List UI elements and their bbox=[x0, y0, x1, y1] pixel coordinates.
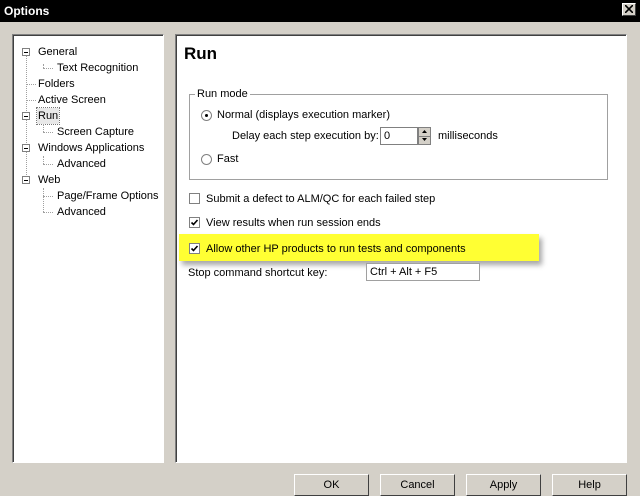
tree-item-label: Windows Applications bbox=[38, 142, 145, 154]
page-title: Run bbox=[184, 44, 218, 63]
collapse-icon[interactable] bbox=[22, 48, 30, 56]
delay-unit-label: milliseconds bbox=[438, 130, 498, 142]
shortcut-label: Stop command shortcut key: bbox=[188, 267, 328, 279]
delay-input[interactable]: 0 bbox=[380, 127, 418, 145]
tree-item-label: Advanced bbox=[57, 158, 106, 170]
tree-item-label: Advanced bbox=[57, 206, 106, 218]
fast-mode-radio[interactable] bbox=[201, 154, 212, 165]
view-results-label: View results when run session ends bbox=[206, 217, 381, 229]
tree-item-label: Run bbox=[35, 107, 61, 125]
run-options-panel: Run Run mode Normal (displays execution … bbox=[175, 34, 627, 463]
help-button[interactable]: Help bbox=[552, 474, 627, 496]
checkmark-icon bbox=[190, 219, 199, 226]
arrow-up-icon bbox=[422, 130, 427, 133]
collapse-icon[interactable] bbox=[22, 176, 30, 184]
window-title: Options bbox=[4, 4, 50, 18]
ok-button[interactable]: OK bbox=[294, 474, 369, 496]
run-mode-legend: Run mode bbox=[195, 88, 250, 100]
options-dialog: Options General Text Recognition Folders… bbox=[0, 0, 640, 496]
arrow-down-icon bbox=[422, 138, 427, 141]
delay-label: Delay each step execution by: bbox=[232, 130, 379, 142]
allow-other-products-checkbox[interactable] bbox=[189, 243, 200, 254]
title-bar: Options bbox=[0, 0, 640, 22]
normal-mode-radio[interactable] bbox=[201, 110, 212, 121]
collapse-icon[interactable] bbox=[22, 112, 30, 120]
submit-defect-checkbox[interactable] bbox=[189, 193, 200, 204]
spin-down-button[interactable] bbox=[419, 136, 430, 144]
delay-spinner[interactable] bbox=[418, 127, 431, 145]
tree-item-label: Text Recognition bbox=[57, 62, 139, 74]
shortcut-key-input[interactable]: Ctrl + Alt + F5 bbox=[366, 263, 480, 281]
tree-item-label: Folders bbox=[38, 78, 75, 90]
checkmark-icon bbox=[190, 245, 199, 252]
tree-item-label: Web bbox=[38, 174, 61, 186]
submit-defect-label: Submit a defect to ALM/QC for each faile… bbox=[206, 193, 436, 205]
collapse-icon[interactable] bbox=[22, 144, 30, 152]
apply-button[interactable]: Apply bbox=[466, 474, 541, 496]
normal-mode-label: Normal (displays execution marker) bbox=[217, 109, 390, 121]
tree-item-label: Active Screen bbox=[38, 94, 106, 106]
tree-item-label: Page/Frame Options bbox=[57, 190, 159, 202]
view-results-checkbox[interactable] bbox=[189, 217, 200, 228]
options-tree[interactable]: General Text Recognition Folders Active … bbox=[12, 34, 164, 463]
close-button[interactable] bbox=[622, 3, 636, 16]
cancel-button[interactable]: Cancel bbox=[380, 474, 455, 496]
tree-item-label: Screen Capture bbox=[57, 126, 135, 138]
fast-mode-label: Fast bbox=[217, 153, 239, 165]
tree-item-label: General bbox=[38, 46, 78, 58]
allow-other-products-label: Allow other HP products to run tests and… bbox=[206, 243, 466, 255]
